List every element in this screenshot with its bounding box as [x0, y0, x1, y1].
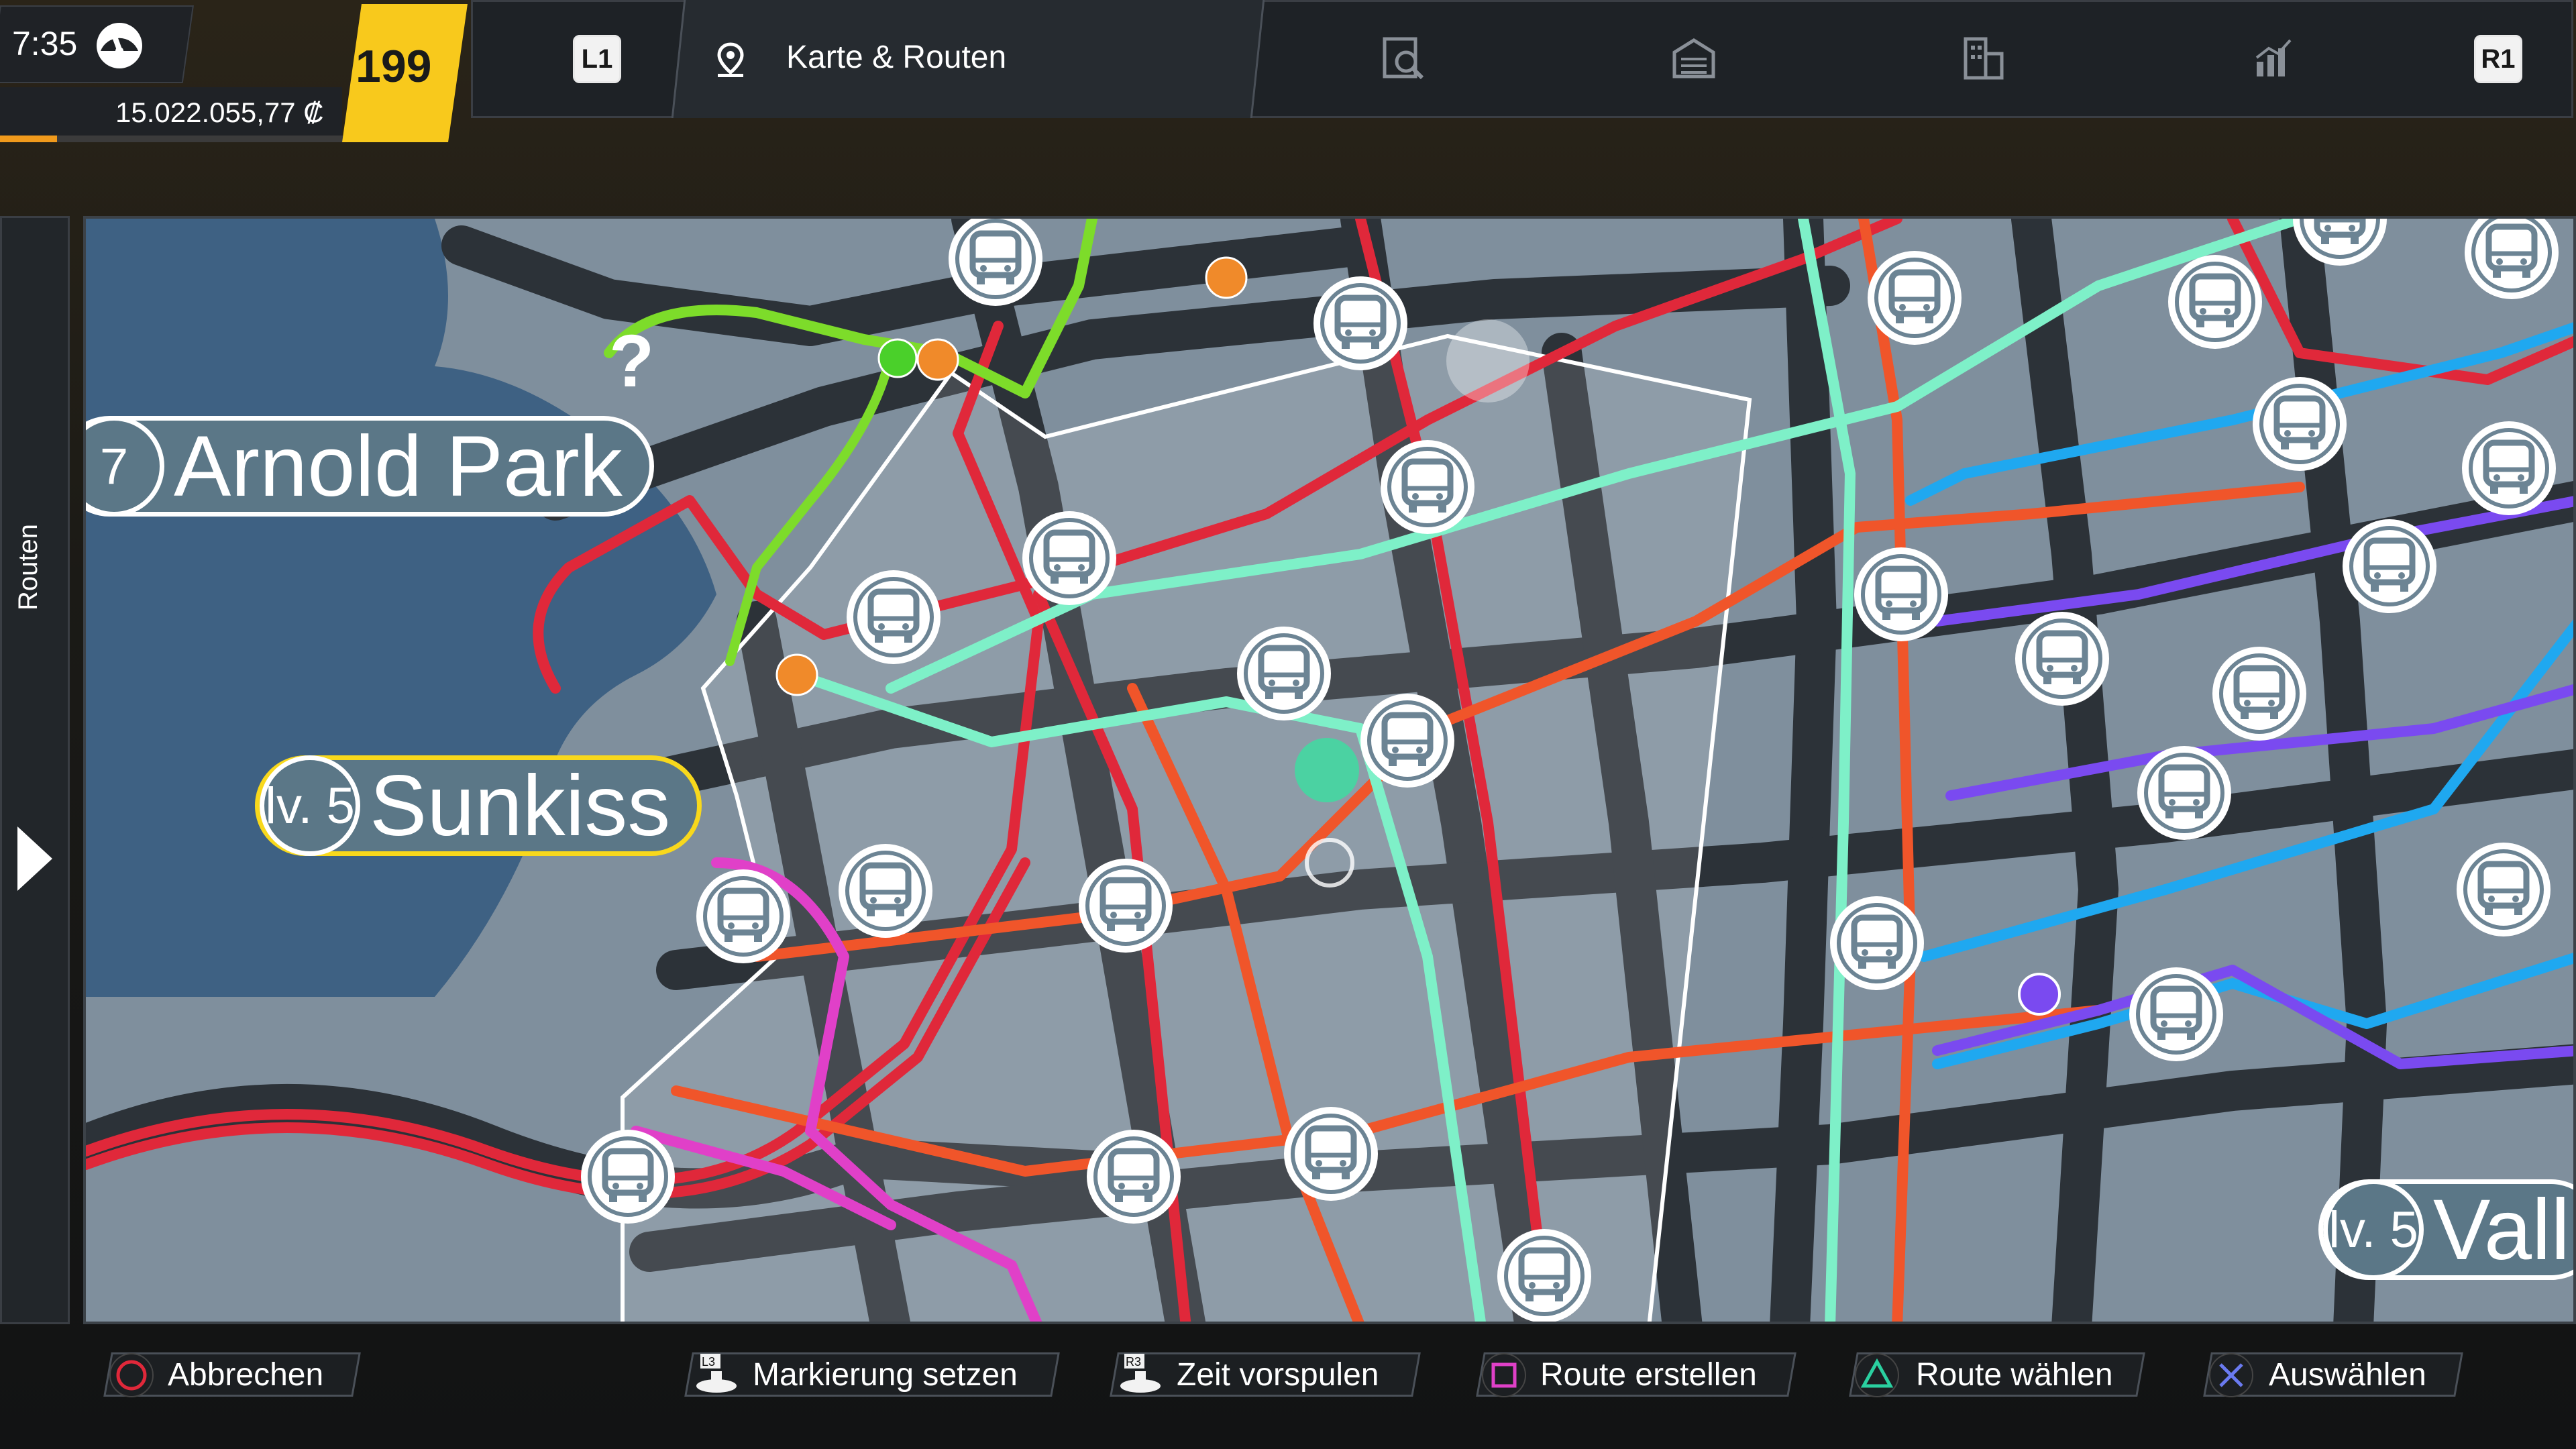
hint-set-marker-label: Markierung setzen: [753, 1357, 1018, 1393]
bus-stop-icon[interactable]: [1313, 276, 1407, 370]
player-position-marker: [1295, 738, 1359, 802]
buildings-icon[interactable]: [1960, 35, 2007, 82]
bus-stop-icon[interactable]: [1360, 694, 1454, 788]
routes-panel-label: Routen: [13, 524, 43, 610]
bus-stop-icon[interactable]: [581, 1130, 675, 1224]
l3-stick-icon: L3: [696, 1354, 737, 1393]
hint-select-label: Auswählen: [2269, 1357, 2426, 1393]
speed-gauge-icon: [97, 23, 142, 68]
clock-time: 7:35: [12, 25, 78, 62]
unknown-location-marker: ?: [609, 320, 654, 402]
expand-arrow-icon[interactable]: [17, 826, 52, 891]
city-map[interactable]: ? 7 Arnold Park lv. 5 Sunkiss lv. 5 Vall: [83, 216, 2576, 1324]
player-level: 199: [356, 41, 432, 92]
location-label-arnold-park[interactable]: 7 Arnold Park: [86, 416, 654, 517]
location-name: Vall: [2433, 1181, 2570, 1278]
bus-stop-icon[interactable]: [2129, 967, 2223, 1061]
location-name: Sunkiss: [370, 757, 671, 854]
orange-marker: [916, 338, 959, 381]
bus-stop-icon[interactable]: [1022, 511, 1116, 605]
svg-text:L3: L3: [702, 1355, 715, 1368]
bus-stop-icon[interactable]: [2457, 843, 2551, 936]
location-level-badge: lv. 5: [260, 755, 360, 856]
bus-stop-icon[interactable]: [2015, 612, 2109, 706]
r1-button[interactable]: R1: [2474, 35, 2522, 83]
r3-stick-icon: R3: [1120, 1354, 1161, 1393]
cross-button-icon: [2209, 1353, 2253, 1397]
status-panel: 7:35 15.022.055,77 ₡ 199: [0, 0, 468, 142]
square-button-icon: [1482, 1353, 1526, 1397]
location-name: Arnold Park: [174, 418, 623, 515]
bus-stop-icon[interactable]: [1087, 1130, 1181, 1224]
bus-stop-icon[interactable]: [839, 844, 932, 938]
circle-button-icon: [109, 1353, 154, 1397]
hint-cancel-label: Abbrechen: [168, 1357, 324, 1393]
bus-stop-icon[interactable]: [2168, 255, 2262, 349]
hint-fast-forward-label: Zeit vorspulen: [1177, 1357, 1379, 1393]
brush-tool-marker: [1446, 319, 1529, 402]
bus-stop-icon[interactable]: [1868, 251, 1962, 345]
bus-stop-icon[interactable]: [2253, 377, 2347, 471]
location-label-sunkiss[interactable]: lv. 5 Sunkiss: [255, 755, 702, 856]
location-label-vall[interactable]: lv. 5 Vall: [2318, 1179, 2573, 1280]
bus-stop-icon[interactable]: [2462, 421, 2556, 515]
purple-arrow-marker: [2018, 973, 2061, 1016]
location-level-badge: 7: [86, 416, 164, 517]
bus-stop-icon[interactable]: [1284, 1107, 1378, 1201]
money-balance: 15.022.055,77 ₡: [115, 97, 324, 128]
bus-stop-icon[interactable]: [2343, 519, 2436, 613]
bus-stop-icon[interactable]: [847, 570, 941, 664]
bus-stop-icon[interactable]: [1854, 547, 1948, 641]
svg-text:R3: R3: [1126, 1355, 1141, 1368]
statistics-icon[interactable]: [2250, 35, 2297, 82]
bus-stop-icon[interactable]: [1830, 896, 1924, 990]
routes-side-panel[interactable]: [0, 216, 70, 1324]
money-progress-fill: [0, 136, 57, 142]
l1-button[interactable]: L1: [573, 35, 621, 83]
bus-stop-icon[interactable]: [696, 869, 790, 963]
triangle-button-icon: [1855, 1353, 1899, 1397]
map-pin-icon: [717, 42, 744, 77]
bus-stop-icon[interactable]: [1497, 1229, 1591, 1323]
bus-stop-icon[interactable]: [1079, 859, 1173, 953]
tab-map-routes-label: Karte & Routen: [786, 40, 1007, 75]
bus-stop-icon[interactable]: [1237, 627, 1331, 720]
bus-stop-icon[interactable]: [1381, 440, 1474, 534]
orange-marker: [775, 653, 818, 696]
route-planner-icon[interactable]: [1379, 35, 1426, 82]
location-level-badge: lv. 5: [2323, 1179, 2424, 1280]
depot-icon[interactable]: [1670, 35, 1717, 82]
orange-marker: [1205, 256, 1248, 299]
bus-stop-icon[interactable]: [2137, 746, 2231, 840]
bus-stop-icon[interactable]: [2212, 647, 2306, 741]
green-arrow-marker: [877, 338, 918, 378]
bus-stop-icon[interactable]: [2465, 219, 2559, 299]
hint-choose-route-label: Route wählen: [1916, 1357, 2113, 1393]
hint-create-route-label: Route erstellen: [1540, 1357, 1757, 1393]
